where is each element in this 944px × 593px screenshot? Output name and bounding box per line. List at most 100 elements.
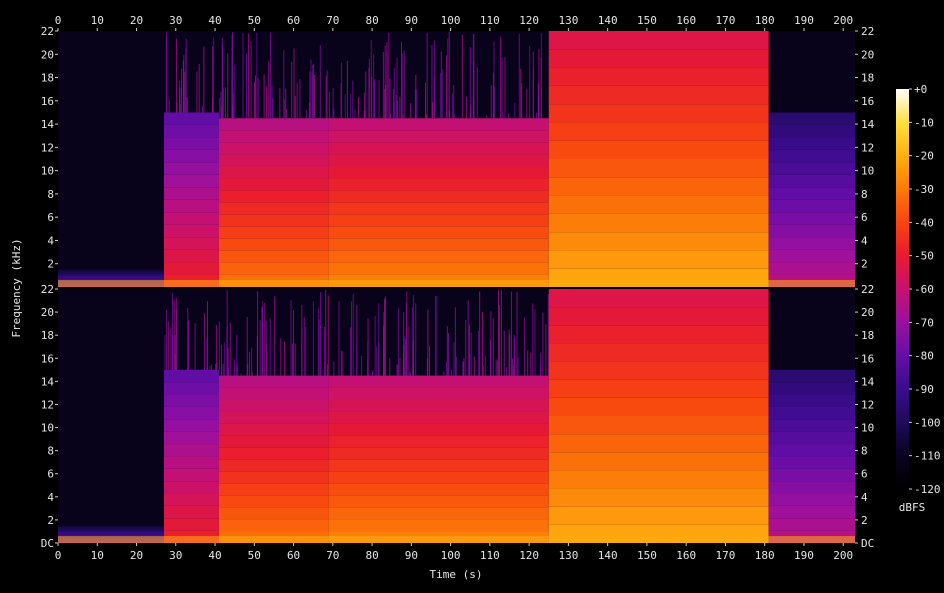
- x-tick-label: 10: [91, 14, 104, 27]
- x-tick-label: 0: [55, 549, 62, 562]
- x-tick-label: 20: [130, 549, 143, 562]
- energy-band: [768, 431, 855, 445]
- transient-streak: [490, 85, 492, 119]
- x-tick-label: 200: [833, 549, 853, 562]
- transient-streak: [222, 363, 224, 376]
- colorbar-tick-label: -10: [914, 116, 934, 129]
- y-tick-label: 10: [861, 165, 874, 178]
- transient-streak: [257, 291, 259, 376]
- transient-streak: [283, 50, 285, 119]
- y-tick-label: 12: [861, 141, 874, 154]
- transient-streak: [168, 98, 170, 113]
- y-tick-label: 2: [861, 514, 868, 527]
- transient-streak: [462, 361, 464, 376]
- transient-streak: [434, 40, 436, 119]
- y-tick-label: 14: [861, 375, 875, 388]
- transient-streak: [271, 85, 273, 119]
- energy-band: [548, 397, 769, 416]
- transient-streak: [482, 365, 484, 376]
- transient-streak: [198, 63, 200, 113]
- transient-streak: [547, 293, 549, 376]
- y-tick-label: 18: [41, 72, 54, 85]
- energy-band: [548, 31, 769, 50]
- energy-band: [768, 199, 855, 213]
- energy-band: [328, 142, 549, 155]
- energy-band: [58, 534, 165, 536]
- y-tick-label: 14: [41, 375, 55, 388]
- transient-streak: [514, 102, 516, 119]
- transient-streak: [428, 345, 430, 376]
- x-tick-label: 40: [208, 549, 221, 562]
- colorbar-tick-label: -40: [914, 216, 934, 229]
- transient-streak: [209, 366, 211, 370]
- energy-band: [768, 394, 855, 407]
- y-tick-label: 20: [861, 306, 874, 319]
- transient-streak: [179, 87, 181, 113]
- x-tick-label: 180: [755, 14, 775, 27]
- transient-streak: [187, 97, 189, 113]
- transient-streak: [215, 325, 217, 370]
- energy-band: [328, 375, 549, 388]
- transient-streak: [453, 84, 455, 119]
- transient-streak: [383, 325, 385, 376]
- transient-streak: [227, 367, 229, 376]
- transient-streak: [305, 326, 307, 376]
- transient-streak: [504, 57, 506, 119]
- energy-band: [548, 159, 769, 178]
- transient-streak: [399, 96, 401, 119]
- transient-streak: [294, 343, 296, 376]
- energy-band: [164, 518, 219, 531]
- energy-band: [768, 518, 855, 531]
- x-tick-label: 160: [676, 14, 696, 27]
- y-tick-label: 6: [861, 468, 868, 481]
- energy-band: [548, 325, 769, 344]
- energy-band: [164, 369, 219, 383]
- transient-streak: [486, 115, 488, 119]
- energy-band: [768, 481, 855, 494]
- colorbar-tick-label: -70: [914, 316, 934, 329]
- energy-band: [164, 419, 219, 432]
- transient-streak: [358, 96, 360, 119]
- spectrogram-panel-lower: [58, 289, 855, 543]
- transient-streak: [533, 68, 535, 119]
- x-tick-label: 110: [480, 14, 500, 27]
- energy-band: [218, 142, 329, 155]
- transient-streak: [221, 344, 223, 376]
- x-tick-label: 100: [441, 549, 461, 562]
- transient-streak: [388, 32, 390, 119]
- transient-streak: [518, 33, 520, 119]
- transient-streak: [432, 101, 434, 119]
- energy-band: [164, 456, 219, 469]
- transient-streak: [397, 100, 399, 119]
- energy-band: [768, 382, 855, 395]
- energy-band: [548, 289, 769, 308]
- energy-band: [218, 423, 329, 436]
- energy-band: [218, 435, 329, 448]
- y-tick-label: 8: [861, 188, 868, 201]
- colorbar-label: dBFS: [899, 501, 926, 514]
- transient-streak: [395, 115, 397, 119]
- transient-streak: [410, 373, 412, 376]
- transient-streak: [202, 105, 204, 113]
- energy-band: [58, 525, 165, 527]
- transient-streak: [203, 313, 205, 370]
- transient-streak: [476, 67, 478, 119]
- energy-band: [164, 149, 219, 163]
- energy-band: [548, 104, 769, 123]
- energy-band: [164, 199, 219, 213]
- y-tick-label: 10: [41, 422, 54, 435]
- energy-band: [768, 262, 855, 275]
- transient-streak: [326, 117, 328, 119]
- transient-streak: [384, 45, 386, 119]
- transient-streak: [363, 92, 365, 119]
- energy-band: [328, 130, 549, 143]
- transient-streak: [285, 109, 287, 119]
- transient-streak: [242, 33, 244, 119]
- energy-band: [328, 154, 549, 167]
- transient-streak: [296, 83, 298, 119]
- transient-streak: [327, 364, 329, 376]
- transient-streak: [517, 357, 519, 376]
- energy-band: [548, 470, 769, 489]
- transient-streak: [447, 332, 449, 376]
- transient-streak: [340, 350, 342, 376]
